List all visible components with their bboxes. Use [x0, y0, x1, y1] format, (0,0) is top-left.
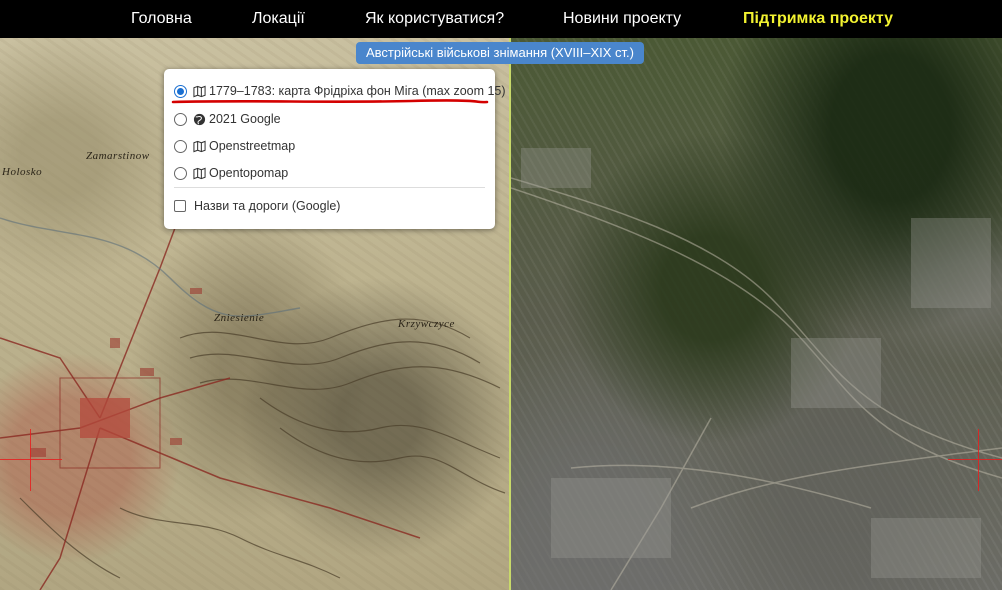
layer-label: Opentopomap: [209, 166, 289, 180]
layer-option-opentopomap[interactable]: Opentopomap: [174, 163, 288, 183]
nav-how-to-use[interactable]: Як користуватися?: [365, 0, 504, 38]
red-underline-annotation: [171, 99, 489, 104]
globe-icon: [193, 113, 206, 125]
map-icon: [193, 167, 206, 179]
nav-project-news[interactable]: Новини проекту: [563, 0, 681, 38]
layer-option-openstreetmap[interactable]: Openstreetmap: [174, 136, 295, 156]
radio-button[interactable]: [174, 139, 187, 153]
layer-switcher: 1779–1783: карта Фрідріха фон Міга (max …: [164, 69, 506, 229]
layer-label: Openstreetmap: [209, 139, 296, 153]
map-label: Zamarstinow: [86, 150, 150, 162]
satellite-map-pane[interactable]: [511, 38, 1002, 590]
nav-locations[interactable]: Локації: [252, 0, 305, 38]
nav-support-project[interactable]: Підтримка проекту: [743, 0, 893, 38]
radio-button[interactable]: [174, 166, 187, 180]
nav-home[interactable]: Головна: [131, 0, 192, 38]
map-icon: [193, 140, 206, 152]
crosshair-marker: [948, 429, 1002, 491]
top-navigation: Головна Локації Як користуватися? Новини…: [0, 0, 1002, 38]
map-label: Krzywczyce: [398, 318, 455, 330]
map-icon: [193, 85, 206, 97]
map-series-banner[interactable]: Австрійські військові знімання (XVIII–XI…: [356, 42, 644, 64]
overlay-option-google-labels[interactable]: Назви та дороги (Google): [174, 196, 340, 216]
map-label: Zniesienie: [214, 312, 265, 324]
radio-button[interactable]: [174, 112, 187, 126]
layer-option-google-2021[interactable]: 2021 Google: [174, 109, 281, 129]
map-label: Holosko: [2, 166, 43, 178]
radio-button[interactable]: [174, 84, 187, 98]
satellite-map-drawing: [511, 148, 1002, 590]
layer-separator: [174, 187, 485, 188]
overlay-label: Назви та дороги (Google): [194, 199, 341, 213]
layer-label: 1779–1783: карта Фрідріха фон Міга (max …: [209, 84, 506, 98]
layer-label: 2021 Google: [209, 112, 281, 126]
crosshair-marker: [0, 429, 62, 491]
swipe-divider-handle[interactable]: [509, 38, 511, 590]
checkbox[interactable]: [174, 200, 186, 212]
